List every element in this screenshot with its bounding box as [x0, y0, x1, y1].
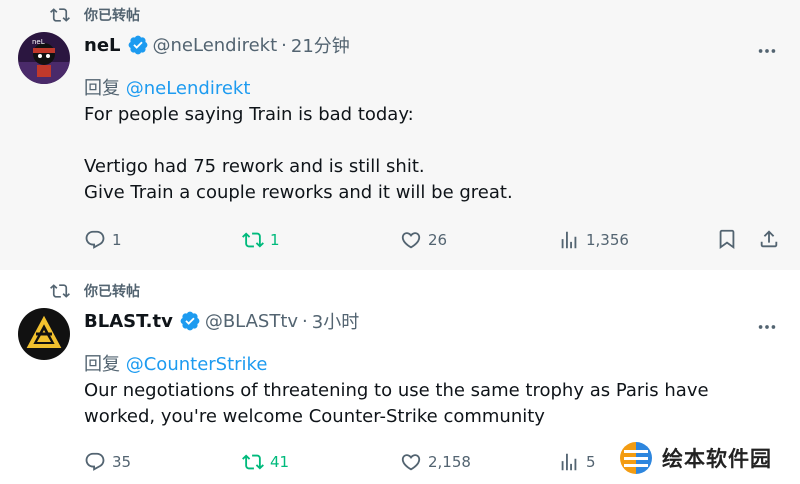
like-count: 26 [428, 231, 448, 249]
reply-icon [85, 230, 105, 249]
bookmark-icon[interactable] [716, 228, 738, 250]
reply-icon [85, 452, 105, 471]
views-icon [561, 453, 577, 471]
verified-badge-icon [128, 35, 147, 55]
retweet-button[interactable]: 41 [242, 450, 289, 474]
separator: · [281, 34, 287, 56]
like-icon [401, 232, 421, 249]
reply-to-link[interactable]: @CounterStrike [126, 354, 268, 375]
avatar[interactable] [18, 308, 70, 360]
reply-context: 回复 @neLendirekt [84, 74, 250, 100]
retweet-icon [242, 454, 264, 470]
author-handle[interactable]: @BLASTtv [205, 311, 298, 332]
timestamp[interactable]: 21分钟 [291, 32, 350, 58]
more-icon[interactable] [756, 40, 778, 62]
views-button[interactable]: 1,356 [558, 228, 629, 252]
retweet-count: 1 [270, 231, 280, 249]
views-count: 5 [586, 453, 596, 471]
watermark-logo-icon [620, 442, 652, 474]
tweet-header: BLAST.tv @BLASTtv · 3小时 [84, 308, 359, 334]
watermark: 绘本软件园 [618, 436, 790, 480]
retweet-button[interactable]: 1 [242, 228, 280, 252]
action-bar: 1 1 26 1,356 [84, 228, 782, 252]
retweet-label: 你已转帖 [84, 284, 140, 300]
reply-context: 回复 @CounterStrike [84, 350, 267, 376]
like-button[interactable]: 26 [400, 228, 447, 252]
reply-button[interactable]: 1 [84, 228, 122, 252]
reply-count: 35 [112, 453, 132, 471]
avatar[interactable]: neL [18, 32, 70, 84]
like-icon [401, 454, 421, 471]
author-handle[interactable]: @neLendirekt [153, 35, 278, 56]
like-button[interactable]: 2,158 [400, 450, 471, 474]
share-icon[interactable] [758, 228, 780, 250]
reply-count: 1 [112, 231, 122, 249]
views-icon [561, 231, 577, 249]
retweet-icon [50, 8, 70, 22]
reply-button[interactable]: 35 [84, 450, 131, 474]
author-name[interactable]: neL [84, 35, 121, 56]
retweet-count: 41 [270, 453, 290, 471]
tweet[interactable]: 你已转帖 neL neL @neLendirekt · 21分钟 回复 @neL… [0, 0, 800, 270]
watermark-text: 绘本软件园 [662, 447, 772, 471]
tweet-text: For people saying Train is bad today: Ve… [84, 104, 513, 203]
more-icon[interactable] [756, 316, 778, 338]
like-count: 2,158 [428, 453, 471, 471]
timestamp[interactable]: 3小时 [312, 308, 359, 334]
views-count: 1,356 [586, 231, 629, 249]
author-name[interactable]: BLAST.tv [84, 311, 173, 332]
reply-prefix: 回复 [84, 78, 120, 99]
reply-prefix: 回复 [84, 354, 120, 375]
retweet-indicator: 你已转帖 [50, 280, 140, 302]
tweet-text: Our negotiations of threatening to use t… [84, 380, 709, 427]
verified-badge-icon [180, 311, 200, 331]
svg-text:neL: neL [32, 38, 45, 46]
views-button[interactable]: 5 [558, 450, 596, 474]
retweet-icon [50, 284, 70, 298]
separator: · [302, 310, 308, 332]
retweet-label: 你已转帖 [84, 8, 140, 24]
tweet-header: neL @neLendirekt · 21分钟 [84, 32, 350, 58]
retweet-icon [242, 232, 264, 248]
reply-to-link[interactable]: @neLendirekt [126, 78, 251, 99]
retweet-indicator: 你已转帖 [50, 4, 140, 26]
